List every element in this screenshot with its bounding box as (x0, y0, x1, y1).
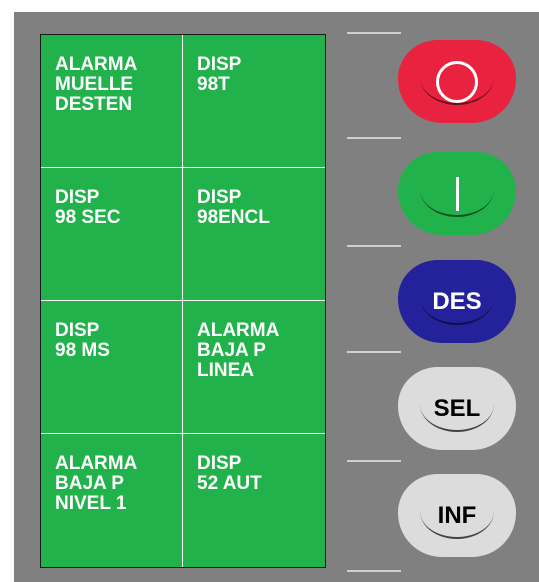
cell-line: DISP (55, 187, 100, 208)
annunciator-panel: ALARMA MUELLE DESTEN DISP 98T DISP 98 SE… (40, 34, 326, 568)
cell-line: DISP (197, 453, 242, 474)
cell-line: DISP (55, 320, 100, 341)
inf-button[interactable]: INF (398, 474, 516, 557)
annunciator-cell-disp-52-aut: DISP 52 AUT (183, 434, 325, 567)
separator-line (347, 570, 401, 572)
power-on-bar-icon (455, 176, 459, 211)
separator-line (347, 137, 401, 139)
separator-line (347, 245, 401, 247)
off-button[interactable] (398, 40, 516, 123)
cell-line: LINEA (197, 360, 254, 381)
cell-line: ALARMA (197, 320, 280, 341)
separator-line (347, 351, 401, 353)
cell-line: 98ENCL (197, 207, 270, 228)
separator-line (347, 460, 401, 462)
cell-line: ALARMA (55, 54, 138, 75)
cell-line: DISP (197, 54, 242, 75)
des-button-label: DES (432, 287, 482, 315)
cell-line: BAJA P (197, 340, 266, 361)
separator-line (347, 32, 401, 34)
cell-line: MUELLE (55, 74, 134, 95)
on-button[interactable] (398, 152, 516, 235)
annunciator-cell-disp-98-ms: DISP 98 MS (41, 301, 183, 434)
sel-button[interactable]: SEL (398, 367, 516, 450)
cell-line: ALARMA (55, 453, 138, 474)
sel-button-label: SEL (433, 394, 481, 422)
power-off-circle-icon (436, 60, 478, 103)
cell-line: BAJA P (55, 473, 124, 494)
inf-button-label: INF (437, 501, 477, 529)
cell-line: DISP (197, 187, 242, 208)
des-button[interactable]: DES (398, 260, 516, 343)
cell-line: 98T (197, 74, 230, 95)
annunciator-cell-alarma-baja-p-nivel-1: ALARMA BAJA P NIVEL 1 (41, 434, 183, 567)
cell-line: 98 SEC (55, 207, 121, 228)
annunciator-cell-alarma-muelle-desten: ALARMA MUELLE DESTEN (41, 35, 183, 168)
annunciator-cell-disp-98t: DISP 98T (183, 35, 325, 168)
cell-line: NIVEL 1 (55, 493, 127, 514)
cell-line: 52 AUT (197, 473, 262, 494)
annunciator-cell-disp-98-sec: DISP 98 SEC (41, 168, 183, 301)
annunciator-cell-disp-98encl: DISP 98ENCL (183, 168, 325, 301)
annunciator-cell-alarma-baja-p-linea: ALARMA BAJA P LINEA (183, 301, 325, 434)
cell-line: DESTEN (55, 94, 133, 115)
cell-line: 98 MS (55, 340, 110, 361)
